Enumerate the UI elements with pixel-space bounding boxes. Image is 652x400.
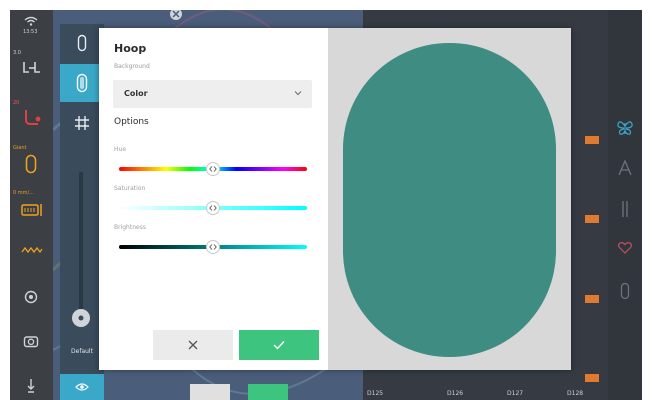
hoop-icon	[77, 34, 87, 52]
hoop-icon	[620, 282, 630, 300]
default-zoom-label[interactable]: Default	[60, 348, 104, 355]
checkmark-icon	[273, 341, 285, 350]
chevron-down-icon	[294, 91, 302, 96]
needle-position-button[interactable]	[10, 288, 53, 308]
background-label: Background	[114, 63, 150, 70]
slider-arrows-icon	[209, 205, 217, 211]
hoop-status[interactable]: Giant	[10, 145, 53, 181]
camera-icon	[23, 336, 39, 348]
thumbnail-label[interactable]: D128	[567, 390, 583, 397]
wifi-icon	[24, 16, 38, 26]
camera-button[interactable]	[10, 332, 53, 352]
slider-arrows-icon	[209, 244, 217, 250]
status-bar: 13:53 3.0 20 Giant 0 mm/...	[10, 10, 53, 400]
brightness-label: Brightness	[114, 224, 146, 231]
background-select-value: Color	[124, 89, 148, 98]
hoop-size-label: Giant	[13, 145, 27, 151]
zoom-slider-track[interactable]	[79, 172, 83, 312]
needle-icon	[27, 379, 35, 393]
time-label: 13:53	[23, 29, 38, 35]
heart-icon	[618, 242, 632, 254]
zoom-knob-icon	[78, 315, 84, 321]
lettering-button[interactable]	[608, 160, 642, 176]
bobbin-alert-icon	[25, 110, 41, 125]
favorites-button[interactable]	[608, 242, 642, 254]
hue-slider-thumb[interactable]	[206, 162, 220, 176]
stitch-length-label: 0 mm/...	[13, 190, 34, 196]
butterfly-icon	[617, 121, 633, 135]
brightness-slider-thumb[interactable]	[206, 240, 220, 254]
hoop-settings-form: Hoop Background Color Options Hue Satura…	[99, 28, 328, 370]
tool-column: Default	[60, 24, 104, 400]
saturation-label: Saturation	[114, 185, 146, 192]
feed-dog-icon	[21, 204, 42, 216]
thumbnail-label[interactable]: D126	[447, 390, 463, 397]
zigzag-stitch-icon	[21, 246, 43, 254]
hoop-select-button[interactable]	[608, 282, 642, 300]
border-icon	[622, 201, 628, 217]
speed-value: 3.0	[13, 50, 21, 56]
zoom-slider-knob[interactable]	[72, 309, 90, 327]
stitch-pattern-status[interactable]	[10, 242, 53, 258]
speed-status[interactable]: 3.0	[10, 50, 53, 80]
stitch-length-status[interactable]: 0 mm/...	[10, 190, 53, 224]
thumbnail-label[interactable]: D125	[367, 390, 383, 397]
bottom-action-strip	[190, 380, 350, 400]
cancel-button[interactable]	[153, 330, 233, 360]
eye-icon	[75, 383, 89, 391]
grid-icon	[75, 116, 89, 130]
hoop-center-marker-icon	[170, 10, 182, 20]
hoop-preview-panel	[328, 28, 571, 370]
target-icon	[24, 290, 38, 304]
hoop-icon	[25, 154, 37, 174]
hoop-settings-dialog: Hoop Background Color Options Hue Satura…	[99, 28, 571, 370]
right-icon-column	[608, 10, 642, 400]
butterfly-button[interactable]	[608, 120, 642, 136]
border-button[interactable]	[608, 200, 642, 218]
needle-down-button[interactable]	[10, 376, 53, 396]
design-thumbnail-strip: D125 D126 D127 D128	[367, 382, 607, 400]
options-heading: Options	[114, 117, 149, 127]
saturation-slider-thumb[interactable]	[206, 201, 220, 215]
hoop-fill-icon	[76, 73, 88, 93]
presser-foot-icon	[23, 62, 40, 73]
dialog-title: Hoop	[114, 42, 147, 55]
visibility-button[interactable]	[60, 374, 104, 400]
hoop-preview-shape	[343, 43, 556, 357]
close-icon	[188, 340, 198, 350]
thread-tension-status[interactable]: 20	[10, 100, 53, 130]
slider-arrows-icon	[209, 166, 217, 172]
background-select[interactable]: Color	[113, 80, 312, 108]
thumbnail-label[interactable]: D127	[507, 390, 523, 397]
letter-a-icon	[618, 160, 632, 176]
hoop-outline-button[interactable]	[60, 24, 104, 62]
hoop-background-button[interactable]	[60, 64, 104, 102]
grid-toggle-button[interactable]	[60, 104, 104, 142]
wifi-status: 13:53	[10, 14, 53, 42]
confirm-button[interactable]	[239, 330, 319, 360]
hue-label: Hue	[114, 146, 127, 153]
